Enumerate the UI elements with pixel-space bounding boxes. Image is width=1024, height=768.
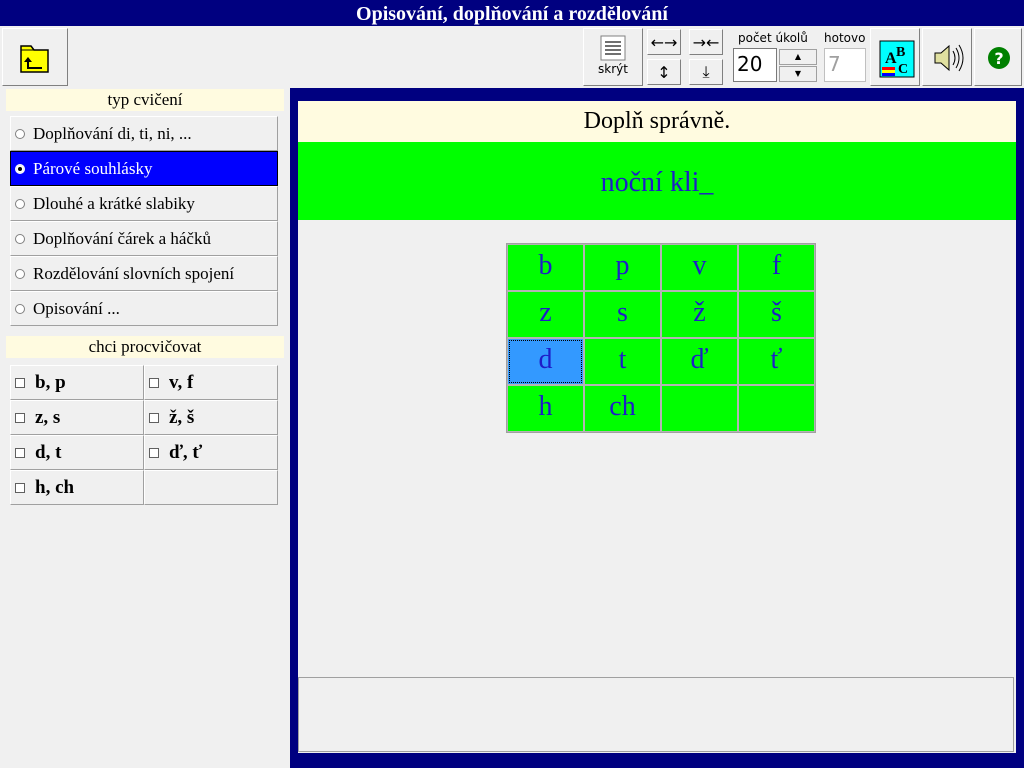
exercise-option-label: Rozdělování slovních spojení [33, 263, 235, 283]
hide-button[interactable]: skrýt [583, 28, 643, 86]
letter-button[interactable]: z [507, 291, 584, 338]
task-count-spin-down[interactable]: ▼ [779, 66, 817, 82]
instruction-text: Doplň správně. [298, 101, 1016, 142]
back-folder-button[interactable] [2, 28, 68, 86]
letter-button[interactable]: f [738, 244, 815, 291]
exercise-option-carky-hacky[interactable]: Doplňování čárek a háčků [10, 221, 278, 256]
svg-text:C: C [898, 62, 908, 77]
letter-button-empty [738, 385, 815, 432]
letter-button[interactable]: b [507, 244, 584, 291]
exercise-option-label: Doplňování di, ti, ni, ... [33, 123, 192, 143]
window-title: Opisování, doplňování a rozdělování [0, 0, 1024, 26]
speaker-icon [934, 44, 964, 72]
checkbox-icon [15, 447, 25, 458]
exercise-option-rozdelovani[interactable]: Rozdělování slovních spojení [10, 256, 278, 291]
letter-button[interactable]: ď [661, 338, 738, 385]
hide-label: skrýt [598, 62, 628, 76]
practice-option-zh-sh[interactable]: ž, š [144, 400, 278, 435]
sound-button[interactable] [922, 28, 972, 86]
practice-option-label: d, t [35, 441, 62, 463]
letter-button[interactable]: t [584, 338, 661, 385]
done-field: 7 [824, 48, 866, 82]
feedback-panel [298, 677, 1014, 752]
radio-selected-icon [15, 163, 25, 174]
exercise-type-header: typ cvičení [6, 89, 284, 111]
radio-icon [15, 128, 25, 139]
letter-button[interactable]: ž [661, 291, 738, 338]
exercise-type-list: Doplňování di, ti, ni, ... Párové souhlá… [10, 116, 278, 326]
help-button[interactable]: ? [974, 28, 1022, 86]
spin-up-icon: ▲ [794, 52, 802, 61]
shorter-icon: ⤓ [702, 62, 710, 81]
exercise-option-parove-souhlasky[interactable]: Párové souhlásky [10, 151, 278, 186]
practice-grid: b, p v, f z, s ž, š d, t ď, ť h, ch [10, 365, 278, 505]
taller-button[interactable]: ↕ [647, 59, 681, 85]
task-count-spin-up[interactable]: ▲ [779, 49, 817, 65]
narrow-icon: →← [692, 32, 720, 52]
exercise-option-di-ti-ni[interactable]: Doplňování di, ti, ni, ... [10, 116, 278, 151]
practice-option-label: v, f [169, 371, 194, 393]
practice-option-label: h, ch [35, 476, 75, 498]
letter-button[interactable]: s [584, 291, 661, 338]
exercise-option-label: Opisování ... [33, 298, 120, 318]
toolbar: skrýt ←→ →← ↕ ⤓ počet úkolů 20 ▲ ▼ hotov… [0, 26, 1024, 89]
checkbox-icon [15, 482, 25, 493]
checkbox-icon [149, 412, 159, 423]
abc-icon: A B C [879, 40, 915, 78]
practice-option-label: z, s [35, 406, 61, 428]
radio-icon [15, 233, 25, 244]
practice-option-h-ch[interactable]: h, ch [10, 470, 144, 505]
practice-header: chci procvičovat [6, 336, 284, 358]
practice-empty-cell [144, 470, 278, 505]
exercise-option-opisovani[interactable]: Opisování ... [10, 291, 278, 326]
practice-option-label: ž, š [169, 406, 195, 428]
hide-icon [600, 35, 626, 61]
task-word: noční kli_ [298, 142, 1016, 220]
practice-option-label: ď, ť [169, 441, 203, 463]
widen-icon: ←→ [650, 32, 678, 52]
letter-button[interactable]: ť [738, 338, 815, 385]
done-label: hotovo [824, 31, 866, 45]
task-count-input[interactable]: 20 [733, 48, 777, 82]
checkbox-icon [15, 377, 25, 388]
practice-option-label: b, p [35, 371, 66, 393]
spin-down-icon: ▼ [794, 69, 802, 78]
checkbox-icon [149, 377, 159, 388]
letter-button[interactable]: v [661, 244, 738, 291]
svg-text:?: ? [994, 49, 1003, 68]
letter-button[interactable]: ch [584, 385, 661, 432]
narrow-button[interactable]: →← [689, 29, 723, 55]
practice-option-v-f[interactable]: v, f [144, 365, 278, 400]
letter-button-empty [661, 385, 738, 432]
letter-button[interactable]: p [584, 244, 661, 291]
letter-button[interactable]: h [507, 385, 584, 432]
letter-button-selected[interactable]: d [507, 338, 584, 385]
exercise-option-dlouhe-kratke[interactable]: Dlouhé a krátké slabiky [10, 186, 278, 221]
radio-icon [15, 268, 25, 279]
exercise-option-label: Dlouhé a krátké slabiky [33, 193, 195, 213]
task-count-label: počet úkolů [738, 31, 808, 45]
exercise-option-label: Párové souhlásky [33, 158, 153, 178]
folder-up-icon [20, 45, 49, 73]
taller-icon: ↕ [657, 62, 671, 82]
letter-grid: b p v f z s ž š d t ď ť h ch [506, 243, 816, 433]
letter-button[interactable]: š [738, 291, 815, 338]
help-icon: ? [988, 47, 1010, 69]
checkbox-icon [15, 412, 25, 423]
practice-option-z-s[interactable]: z, s [10, 400, 144, 435]
exercise-option-label: Doplňování čárek a háčků [33, 228, 211, 248]
abc-button[interactable]: A B C [870, 28, 920, 86]
widen-button[interactable]: ←→ [647, 29, 681, 55]
radio-icon [15, 303, 25, 314]
practice-option-b-p[interactable]: b, p [10, 365, 144, 400]
svg-text:B: B [896, 45, 905, 60]
main-panel: Doplň správně. noční kli_ b p v f z s ž … [298, 101, 1016, 753]
radio-icon [15, 198, 25, 209]
practice-option-dj-tj[interactable]: ď, ť [144, 435, 278, 470]
checkbox-icon [149, 447, 159, 458]
practice-option-d-t[interactable]: d, t [10, 435, 144, 470]
shorter-button[interactable]: ⤓ [689, 59, 723, 85]
